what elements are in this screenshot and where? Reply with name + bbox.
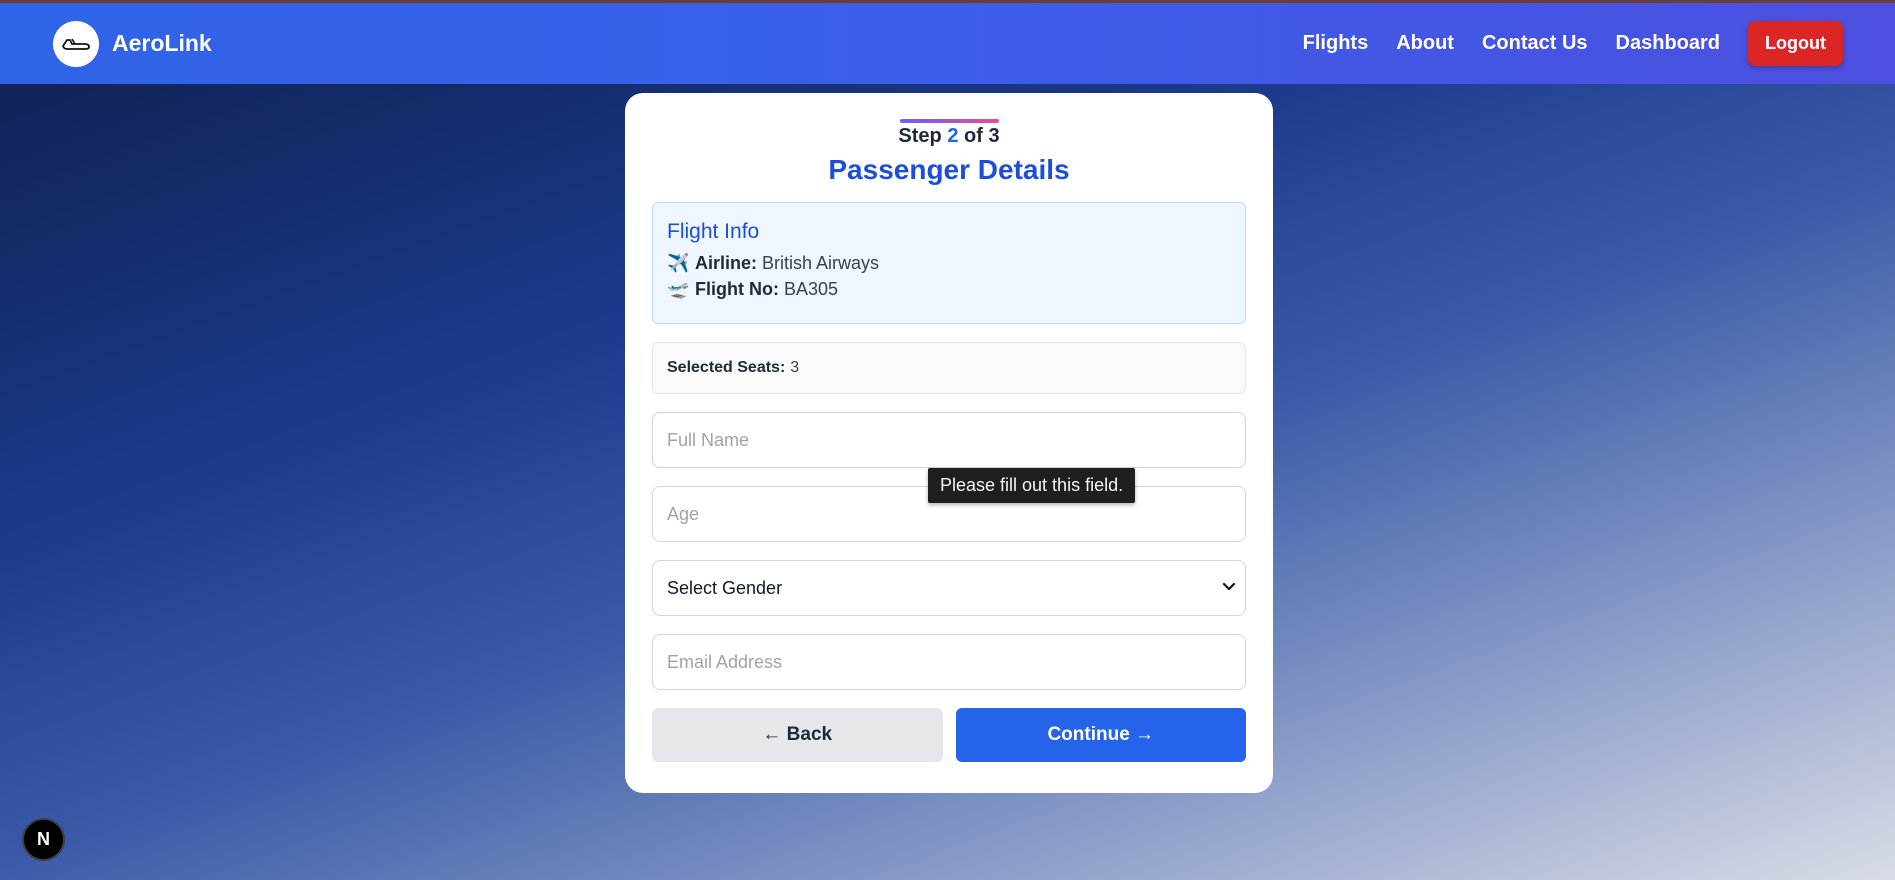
email-placeholder: Email Address: [667, 651, 783, 672]
airline-row: ✈️ Airline: British Airways: [667, 253, 1231, 274]
step-of: of: [964, 125, 983, 147]
flight-no-label: Flight No:: [695, 279, 779, 299]
full-name-input[interactable]: Full Name: [652, 412, 1246, 468]
dev-tools-badge[interactable]: N: [22, 818, 65, 861]
airline-value: British Airways: [762, 253, 880, 273]
flight-info-panel: Flight Info ✈️ Airline: British Airways …: [652, 202, 1246, 324]
brand-name: AeroLink: [112, 30, 212, 56]
passenger-details-card: Step 2 of 3 Passenger Details Flight Inf…: [625, 93, 1273, 793]
departure-icon: 🛫: [667, 279, 690, 299]
nav-flights[interactable]: Flights: [1303, 32, 1369, 55]
top-navbar: AeroLink Flights About Contact Us Dashbo…: [0, 3, 1895, 84]
selected-seats-value: 3: [790, 359, 800, 376]
airplane-icon: [53, 20, 99, 67]
step-current: 2: [947, 125, 959, 147]
age-placeholder: Age: [667, 503, 700, 524]
full-name-placeholder: Full Name: [667, 429, 750, 450]
step-indicator: Step 2 of 3: [652, 125, 1246, 148]
page-title: Passenger Details: [828, 154, 1070, 185]
gender-selected-value: Select Gender: [667, 577, 783, 598]
airplane-emoji-icon: ✈️: [667, 253, 690, 273]
chevron-down-icon: [1221, 578, 1237, 599]
step-prefix: Step: [898, 125, 942, 147]
flight-info-title: Flight Info: [667, 220, 760, 243]
step-total: 3: [988, 125, 1000, 147]
main-nav: Flights About Contact Us Dashboard Logou…: [1303, 21, 1843, 66]
validation-tooltip: Please fill out this field.: [928, 468, 1136, 503]
email-input[interactable]: Email Address: [652, 634, 1246, 690]
nav-contact-us[interactable]: Contact Us: [1482, 32, 1588, 55]
flight-no-row: 🛫 Flight No: BA305: [667, 279, 1231, 300]
nav-about[interactable]: About: [1396, 32, 1454, 55]
flight-no-value: BA305: [784, 279, 839, 299]
nav-dashboard[interactable]: Dashboard: [1616, 32, 1720, 55]
gender-select[interactable]: Select Gender: [652, 560, 1246, 616]
step-progress-bar: [899, 119, 999, 123]
form-actions: ← Back Continue →: [652, 708, 1246, 762]
logout-button[interactable]: Logout: [1748, 21, 1843, 66]
continue-button[interactable]: Continue →: [955, 708, 1246, 762]
selected-seats-panel: Selected Seats: 3: [652, 342, 1246, 394]
airline-label: Airline:: [695, 253, 758, 273]
back-button[interactable]: ← Back: [652, 708, 943, 762]
brand[interactable]: AeroLink: [53, 20, 212, 67]
selected-seats-label: Selected Seats:: [667, 359, 786, 376]
